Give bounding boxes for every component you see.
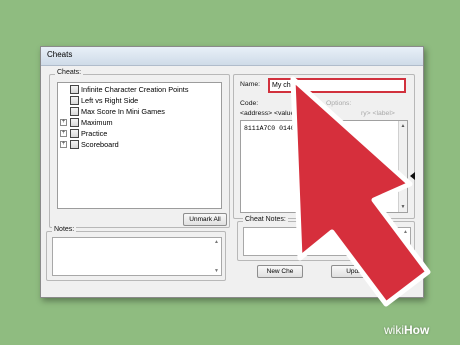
watermark: wikiHow: [384, 323, 429, 337]
watermark-brand: wiki: [384, 323, 404, 337]
pointer-arrow-icon: [290, 76, 431, 307]
watermark-suffix: How: [404, 323, 430, 337]
page-background: Cheats Cheats: Infinite Character Creati…: [0, 0, 460, 345]
